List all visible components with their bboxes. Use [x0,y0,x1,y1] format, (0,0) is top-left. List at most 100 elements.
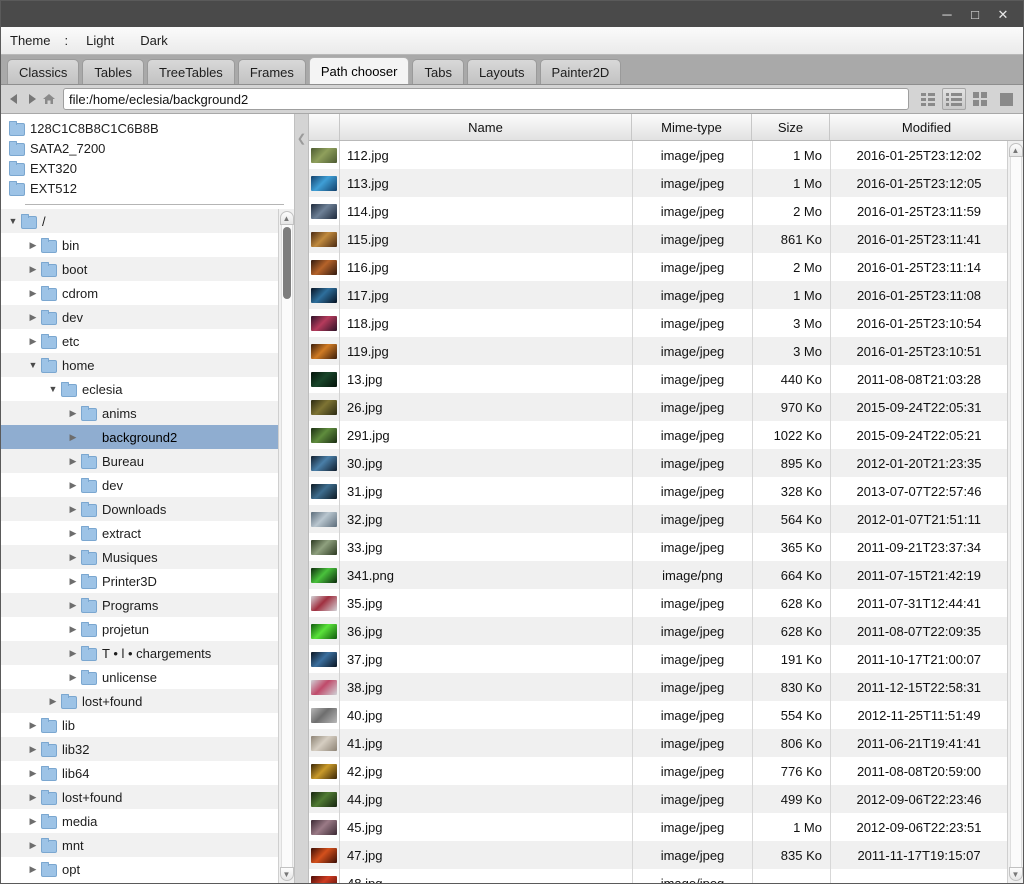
chevron-right-icon[interactable]: ▶ [25,336,41,347]
table-row[interactable]: 32.jpg image/jpeg 564 Ko 2012-01-07T21:51:1… [309,505,1007,533]
tree-item-dev[interactable]: ▶ dev [1,305,278,329]
tab-layouts[interactable]: Layouts [466,59,537,84]
chevron-right-icon[interactable]: ▶ [45,696,61,707]
shortcut-item[interactable]: EXT512 [1,178,294,198]
table-row[interactable]: 114.jpg image/jpeg 2 Mo 2016-01-25T23:11:59 [309,197,1007,225]
tab-treetables[interactable]: TreeTables [146,59,235,84]
tree-scroll-thumb[interactable] [282,227,291,299]
tree-scrollbar[interactable]: ▲ ▼ [278,209,294,883]
chevron-right-icon[interactable]: ▶ [25,768,41,779]
chevron-right-icon[interactable]: ▶ [25,864,41,875]
tree-item-bin[interactable]: ▶ bin [1,233,278,257]
tree-item-lost-found[interactable]: ▶ lost+found [1,689,278,713]
tree-item-programs[interactable]: ▶ Programs [1,593,278,617]
chevron-right-icon[interactable]: ▶ [25,840,41,851]
chevron-right-icon[interactable]: ▶ [65,432,81,443]
table-row[interactable]: 42.jpg image/jpeg 776 Ko 2011-08-08T20:59:0… [309,757,1007,785]
table-row[interactable]: 44.jpg image/jpeg 499 Ko 2012-09-06T22:23:4… [309,785,1007,813]
table-row[interactable]: 116.jpg image/jpeg 2 Mo 2016-01-25T23:11:14 [309,253,1007,281]
tree-item-cdrom[interactable]: ▶ cdrom [1,281,278,305]
table-row[interactable]: 45.jpg image/jpeg 1 Mo 2012-09-06T22:23:51 [309,813,1007,841]
tree-item-etc[interactable]: ▶ etc [1,329,278,353]
table-row[interactable]: 35.jpg image/jpeg 628 Ko 2011-07-31T12:44:4… [309,589,1007,617]
minimize-button[interactable]: ─ [933,3,961,25]
tree-item--[interactable]: ▼ / [1,209,278,233]
table-row[interactable]: 47.jpg image/jpeg 835 Ko 2011-11-17T19:15:0… [309,841,1007,869]
tab-painter2d[interactable]: Painter2D [539,59,622,84]
column-header-mime-type[interactable]: Mime-type [632,114,752,140]
table-row[interactable]: 341.png image/png 664 Ko 2011-07-15T21:42:1… [309,561,1007,589]
view-mode-tiles[interactable] [968,88,992,110]
table-row[interactable]: 118.jpg image/jpeg 3 Mo 2016-01-25T23:10:54 [309,309,1007,337]
back-arrow-icon[interactable] [6,89,23,109]
table-row[interactable]: 13.jpg image/jpeg 440 Ko 2011-08-08T21:03:2… [309,365,1007,393]
theme-option-light[interactable]: Light [86,33,114,48]
table-row[interactable]: 40.jpg image/jpeg 554 Ko 2012-11-25T11:51:4… [309,701,1007,729]
chevron-right-icon[interactable]: ▶ [25,240,41,251]
chevron-right-icon[interactable]: ▶ [65,480,81,491]
tree-item-lib64[interactable]: ▶ lib64 [1,761,278,785]
file-scroll-up-icon[interactable]: ▲ [1008,143,1023,157]
tree-scroll-down-icon[interactable]: ▼ [279,867,294,881]
chevron-right-icon[interactable]: ▶ [25,288,41,299]
tree-item-t-l-chargements[interactable]: ▶ T • l • chargements [1,641,278,665]
file-scroll-down-icon[interactable]: ▼ [1008,867,1023,881]
tree-item-mnt[interactable]: ▶ mnt [1,833,278,857]
table-row[interactable]: 31.jpg image/jpeg 328 Ko 2013-07-07T22:57:4… [309,477,1007,505]
tab-path-chooser[interactable]: Path chooser [308,57,410,84]
forward-arrow-icon[interactable] [23,89,40,109]
chevron-right-icon[interactable]: ▶ [25,720,41,731]
chevron-right-icon[interactable]: ▶ [65,624,81,635]
chevron-right-icon[interactable]: ▶ [65,528,81,539]
table-row[interactable]: 38.jpg image/jpeg 830 Ko 2011-12-15T22:58:3… [309,673,1007,701]
chevron-right-icon[interactable]: ▶ [25,744,41,755]
tree-item-downloads[interactable]: ▶ Downloads [1,497,278,521]
chevron-right-icon[interactable]: ▶ [65,600,81,611]
shortcut-item[interactable]: SATA2_7200 [1,138,294,158]
column-header-name[interactable]: Name [340,114,632,140]
chevron-right-icon[interactable]: ▶ [65,576,81,587]
tree-item-anims[interactable]: ▶ anims [1,401,278,425]
tab-classics[interactable]: Classics [7,59,80,84]
tree-item-lib[interactable]: ▶ lib [1,713,278,737]
chevron-right-icon[interactable]: ▶ [25,312,41,323]
table-row[interactable]: 119.jpg image/jpeg 3 Mo 2016-01-25T23:10:51 [309,337,1007,365]
table-row[interactable]: 117.jpg image/jpeg 1 Mo 2016-01-25T23:11:08 [309,281,1007,309]
chevron-right-icon[interactable]: ▶ [65,456,81,467]
table-row[interactable]: 291.jpg image/jpeg 1022 Ko 2015-09-24T22:05… [309,421,1007,449]
chevron-left-icon[interactable]: ❮ [297,132,306,145]
shortcut-item[interactable]: 128C1C8B8C1C6B8B [1,118,294,138]
tree-item-media[interactable]: ▶ media [1,809,278,833]
tree-item-boot[interactable]: ▶ boot [1,257,278,281]
tab-frames[interactable]: Frames [237,59,306,84]
tree-item-dev[interactable]: ▶ dev [1,473,278,497]
shortcut-item[interactable]: EXT320 [1,158,294,178]
chevron-right-icon[interactable]: ▶ [25,816,41,827]
pane-splitter[interactable]: ❮ [295,114,308,883]
table-row[interactable]: 30.jpg image/jpeg 895 Ko 2012-01-20T21:23:3… [309,449,1007,477]
view-mode-preview[interactable] [994,88,1018,110]
column-header-size[interactable]: Size [752,114,830,140]
view-mode-list[interactable] [942,88,966,110]
tree-item-eclesia[interactable]: ▼ eclesia [1,377,278,401]
table-row[interactable]: 112.jpg image/jpeg 1 Mo 2016-01-25T23:12:02 [309,141,1007,169]
tree-item-projetun[interactable]: ▶ projetun [1,617,278,641]
theme-option-dark[interactable]: Dark [140,33,167,48]
table-row[interactable]: 113.jpg image/jpeg 1 Mo 2016-01-25T23:12:05 [309,169,1007,197]
tree-scroll-up-icon[interactable]: ▲ [279,211,294,225]
table-row[interactable]: 33.jpg image/jpeg 365 Ko 2011-09-21T23:37:3… [309,533,1007,561]
tree-item-printer3d[interactable]: ▶ Printer3D [1,569,278,593]
table-row[interactable]: 48.jpg image/jpeg [309,869,1007,883]
tree-item-bureau[interactable]: ▶ Bureau [1,449,278,473]
path-input[interactable] [63,88,909,110]
table-row[interactable]: 36.jpg image/jpeg 628 Ko 2011-08-07T22:09:3… [309,617,1007,645]
tab-tabs[interactable]: Tabs [412,59,464,84]
column-header-modified[interactable]: Modified [830,114,1023,140]
chevron-right-icon[interactable]: ▶ [65,552,81,563]
chevron-right-icon[interactable]: ▶ [65,648,81,659]
chevron-right-icon[interactable]: ▶ [65,504,81,515]
view-mode-detail[interactable] [916,88,940,110]
tree-item-unlicense[interactable]: ▶ unlicense [1,665,278,689]
chevron-right-icon[interactable]: ▶ [65,408,81,419]
table-row[interactable]: 37.jpg image/jpeg 191 Ko 2011-10-17T21:00:0… [309,645,1007,673]
